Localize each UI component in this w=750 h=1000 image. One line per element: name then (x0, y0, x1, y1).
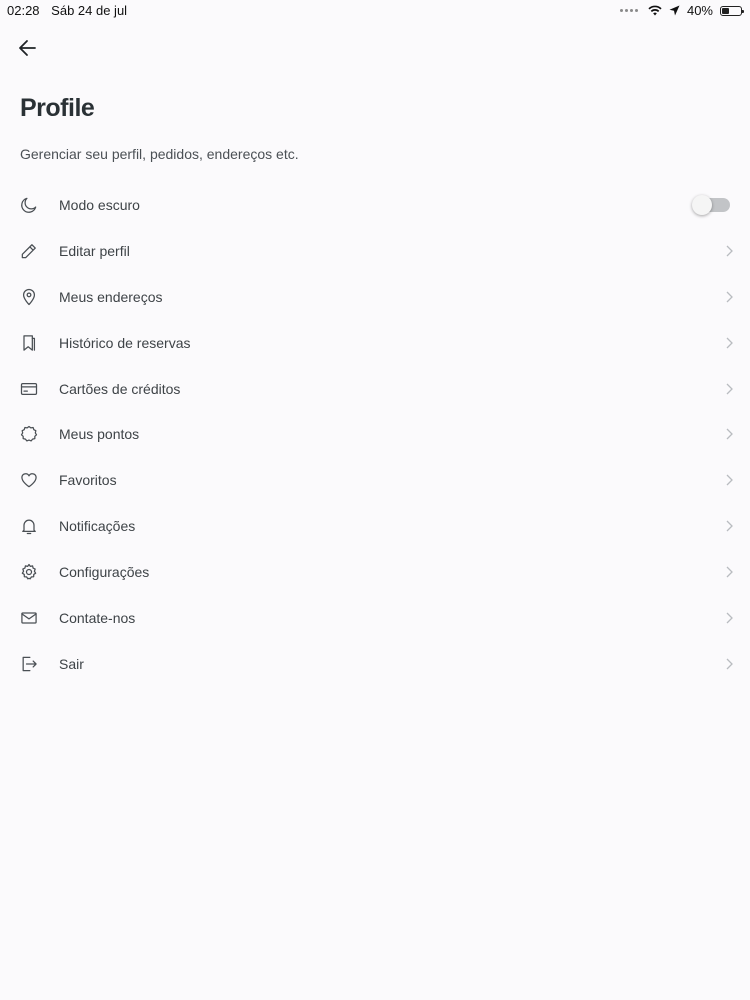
menu-item-dark-mode[interactable]: Modo escuro (0, 182, 750, 228)
chevron-right-icon (724, 473, 734, 487)
chevron-right-icon (724, 611, 734, 625)
menu-item-label: Contate-nos (59, 609, 136, 626)
bell-icon (18, 515, 40, 537)
status-date: Sáb 24 de jul (51, 3, 128, 18)
chevron-right-icon (724, 565, 734, 579)
chevron-right-icon (724, 519, 734, 533)
map-pin-icon (18, 286, 40, 308)
chevron-right-icon (724, 244, 734, 258)
status-right: 40% (619, 3, 744, 18)
pencil-icon (18, 240, 40, 262)
menu-item-notifications[interactable]: Notificações (0, 503, 750, 549)
menu-item-label: Notificações (59, 518, 136, 535)
dots-icon (619, 9, 638, 12)
menu-item-contact-us[interactable]: Contate-nos (0, 595, 750, 641)
logout-icon (18, 653, 40, 675)
menu-item-logout[interactable]: Sair (0, 641, 750, 687)
menu-item-credit-cards[interactable]: Cartões de créditos (0, 366, 750, 412)
menu-item-settings[interactable]: Configurações (0, 549, 750, 595)
menu-item-label: Sair (59, 655, 84, 672)
battery-percent: 40% (686, 3, 713, 18)
menu-item-label: Histórico de reservas (59, 334, 191, 351)
badge-icon (18, 423, 40, 445)
back-button[interactable] (16, 36, 40, 60)
page-title: Profile (20, 94, 95, 122)
heart-icon (18, 469, 40, 491)
menu-item-label: Meus pontos (59, 426, 140, 443)
menu-item-label: Meus endereços (59, 288, 163, 305)
chevron-right-icon (724, 427, 734, 441)
menu-item-booking-history[interactable]: Histórico de reservas (0, 320, 750, 366)
toggle-knob (692, 194, 712, 215)
bookmark-icon (18, 332, 40, 354)
status-left: 02:28 Sáb 24 de jul (7, 3, 135, 18)
wifi-icon (648, 5, 662, 16)
mail-icon (18, 607, 40, 629)
dark-mode-toggle[interactable] (692, 194, 730, 215)
menu-item-addresses[interactable]: Meus endereços (0, 274, 750, 320)
moon-icon (18, 194, 40, 216)
chevron-right-icon (724, 382, 734, 396)
menu-item-label: Modo escuro (59, 196, 140, 213)
credit-card-icon (18, 378, 40, 400)
menu-item-edit-profile[interactable]: Editar perfil (0, 228, 750, 274)
chevron-right-icon (724, 657, 734, 671)
chevron-right-icon (724, 290, 734, 304)
arrow-left-icon (19, 40, 36, 56)
menu-item-label: Favoritos (59, 472, 117, 489)
menu-item-label: Cartões de créditos (59, 380, 181, 397)
status-time: 02:28 (7, 3, 40, 18)
location-arrow-icon (669, 5, 680, 16)
page-subtitle: Gerenciar seu perfil, pedidos, endereços… (20, 146, 299, 162)
battery-icon (720, 5, 744, 16)
menu-item-label: Configurações (59, 564, 150, 581)
menu-item-label: Editar perfil (59, 242, 130, 259)
status-bar: 02:28 Sáb 24 de jul 40% (0, 0, 750, 22)
profile-menu: Modo escuro Editar perfil Meus endereços… (0, 182, 750, 687)
menu-item-favorites[interactable]: Favoritos (0, 457, 750, 503)
chevron-right-icon (724, 336, 734, 350)
menu-item-points[interactable]: Meus pontos (0, 411, 750, 457)
gear-icon (18, 561, 40, 583)
battery-fill (722, 7, 729, 14)
